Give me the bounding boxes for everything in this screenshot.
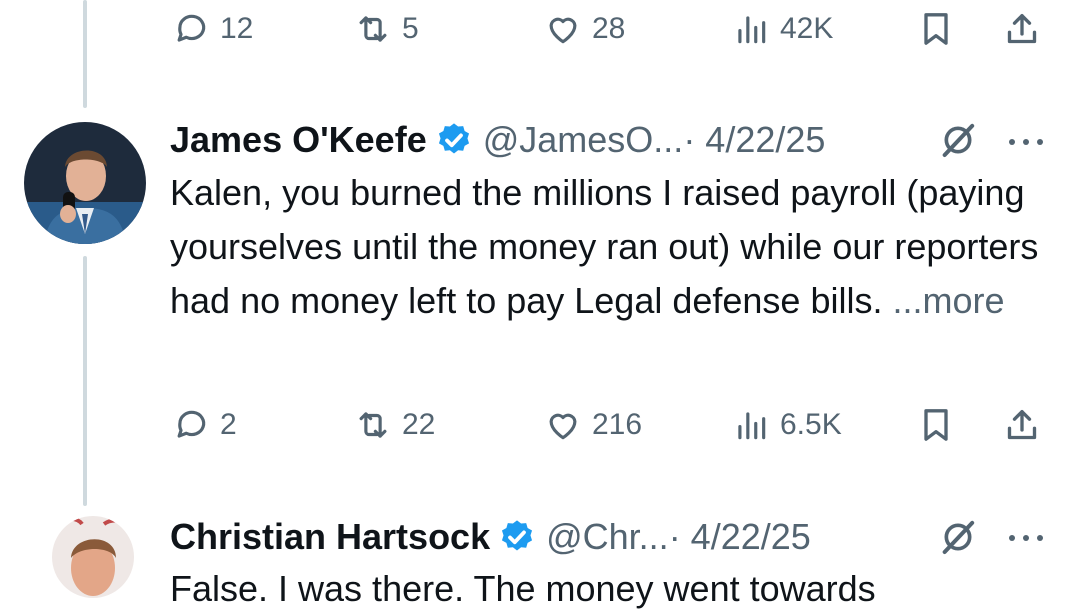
views-button[interactable]: 42K: [732, 4, 833, 54]
grok-icon[interactable]: [938, 517, 978, 557]
user-handle[interactable]: @Chr...: [546, 516, 669, 558]
more-options-icon[interactable]: [1004, 528, 1048, 548]
reply-button[interactable]: 2: [172, 400, 237, 450]
tweet-date[interactable]: · 4/22/25: [669, 516, 811, 558]
reply-button[interactable]: 12: [172, 4, 253, 54]
like-button[interactable]: 216: [544, 400, 642, 450]
verified-badge-icon: [502, 520, 533, 551]
bookmark-icon: [924, 13, 948, 45]
show-more-link[interactable]: ...more: [893, 280, 1005, 321]
bookmark-button[interactable]: [916, 4, 956, 54]
avatar-photo: [52, 516, 134, 598]
avatar-photo: [24, 122, 146, 244]
share-button[interactable]: [1002, 400, 1042, 450]
views-count: 42K: [780, 12, 834, 45]
like-count: 28: [592, 12, 626, 45]
share-icon: [1007, 14, 1037, 44]
verified-badge-icon: [438, 123, 469, 154]
retweet-icon: [359, 16, 387, 42]
tweet-text: False. I was there. The money went towar…: [170, 562, 1050, 616]
retweet-count: 5: [402, 12, 419, 45]
user-handle[interactable]: @JamesO...: [483, 119, 684, 161]
views-count: 6.5K: [780, 408, 842, 441]
reply-count: 2: [220, 408, 237, 441]
avatar[interactable]: [52, 516, 134, 598]
tweet-body: False. I was there. The money went towar…: [170, 568, 876, 609]
retweet-button[interactable]: 22: [354, 400, 435, 450]
tweet-header: Christian Hartsock @Chr... · 4/22/25: [170, 511, 811, 563]
reply-count: 12: [220, 12, 254, 45]
display-name[interactable]: Christian Hartsock: [170, 516, 490, 558]
retweet-count: 22: [402, 408, 436, 441]
share-icon: [1007, 410, 1037, 440]
like-button[interactable]: 28: [544, 4, 625, 54]
reply-icon: [177, 410, 206, 438]
thread-line: [83, 256, 87, 506]
tweet-text: Kalen, you burned the millions I raised …: [170, 166, 1050, 328]
more-options-icon[interactable]: [1004, 132, 1048, 152]
display-name[interactable]: James O'Keefe: [170, 119, 427, 161]
views-icon: [738, 16, 766, 44]
reply-icon: [177, 14, 206, 42]
retweet-icon: [359, 412, 387, 438]
views-icon: [738, 412, 766, 440]
retweet-button[interactable]: 5: [354, 4, 419, 54]
bookmark-icon: [924, 409, 948, 441]
grok-icon[interactable]: [938, 120, 978, 160]
like-count: 216: [592, 408, 643, 441]
tweet-header: James O'Keefe @JamesO... · 4/22/25: [170, 114, 825, 166]
avatar[interactable]: [24, 122, 146, 244]
tweet-date[interactable]: · 4/22/25: [683, 119, 825, 161]
bookmark-button[interactable]: [916, 400, 956, 450]
tweet-action-bar: 2 22 216 6.5K: [0, 400, 1076, 450]
views-button[interactable]: 6.5K: [732, 400, 842, 450]
tweet-action-bar: 12 5 28 42K: [0, 4, 1076, 54]
share-button[interactable]: [1002, 4, 1042, 54]
heart-icon: [549, 413, 577, 440]
heart-icon: [549, 17, 577, 44]
